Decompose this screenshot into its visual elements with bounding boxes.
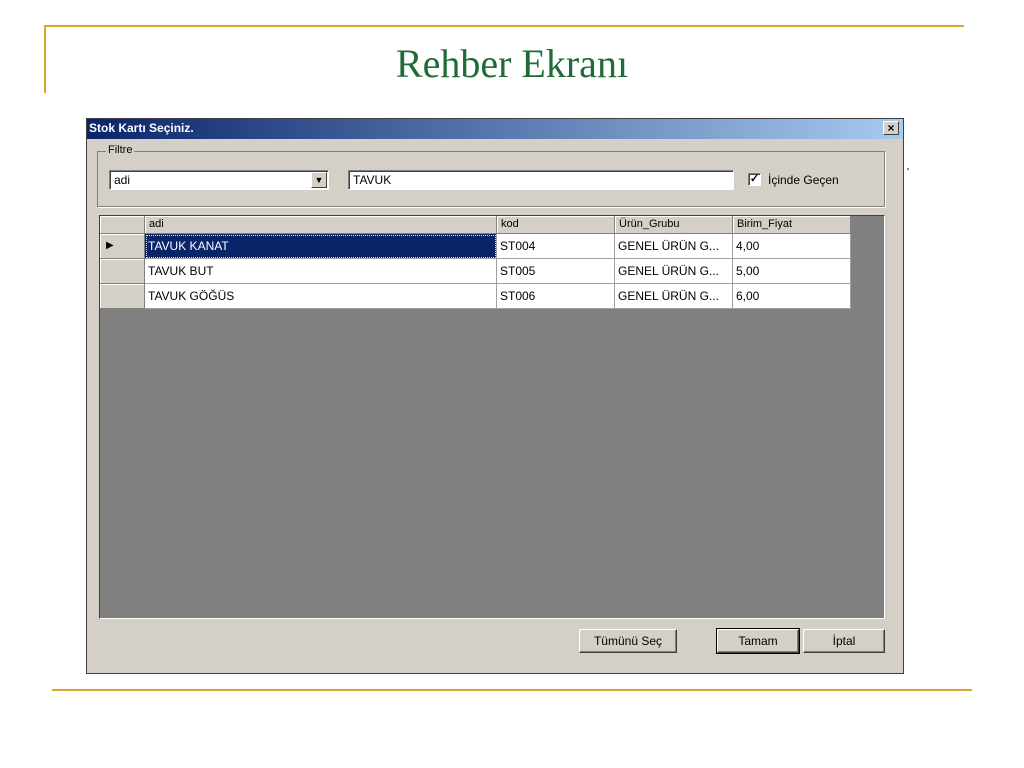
column-header-birim-fiyat[interactable]: Birim_Fiyat xyxy=(733,216,851,234)
cell-birim-fiyat[interactable]: 5,00 xyxy=(733,259,851,284)
dropdown-arrow-button[interactable]: ▼ xyxy=(311,172,327,188)
results-grid[interactable]: adi kod Ürün_Grubu Birim_Fiyat ▶ TAVUK K… xyxy=(99,215,885,619)
row-indicator[interactable]: ▶ xyxy=(100,234,145,259)
row-indicator[interactable] xyxy=(100,259,145,284)
dialog-titlebar[interactable]: Stok Kartı Seçiniz. × xyxy=(87,119,903,139)
checkmark-icon: ✓ xyxy=(749,173,760,185)
cell-kod[interactable]: ST006 xyxy=(497,284,615,309)
column-header-adi[interactable]: adi xyxy=(145,216,497,234)
contains-label[interactable]: İçinde Geçen xyxy=(768,173,839,187)
table-row[interactable]: ▶ TAVUK KANAT ST004 GENEL ÜRÜN G... 4,00 xyxy=(100,234,851,259)
column-header-kod[interactable]: kod xyxy=(497,216,615,234)
cell-urun-grubu[interactable]: GENEL ÜRÜN G... xyxy=(615,284,733,309)
row-indicator[interactable] xyxy=(100,284,145,309)
cancel-button[interactable]: İptal xyxy=(803,629,885,653)
contains-checkbox[interactable]: ✓ xyxy=(748,173,761,186)
table-row[interactable]: TAVUK BUT ST005 GENEL ÜRÜN G... 5,00 xyxy=(100,259,851,284)
cell-adi[interactable]: TAVUK GÖĞÜS xyxy=(145,284,497,309)
chevron-down-icon: ▼ xyxy=(314,175,324,185)
decorative-dot xyxy=(907,168,909,170)
slide-top-rule xyxy=(44,25,964,27)
slide-title: Rehber Ekranı xyxy=(395,41,629,86)
field-select-value: adi xyxy=(114,173,131,187)
dialog-title: Stok Kartı Seçiniz. xyxy=(89,121,194,135)
cell-birim-fiyat[interactable]: 4,00 xyxy=(733,234,851,259)
table-row[interactable]: TAVUK GÖĞÜS ST006 GENEL ÜRÜN G... 6,00 xyxy=(100,284,851,309)
search-input[interactable] xyxy=(348,170,734,190)
slide-bottom-rule xyxy=(52,689,972,691)
cell-birim-fiyat[interactable]: 6,00 xyxy=(733,284,851,309)
field-select[interactable]: adi ▼ xyxy=(109,170,329,190)
close-button[interactable]: × xyxy=(883,121,899,135)
filter-legend: Filtre xyxy=(106,144,135,156)
cell-urun-grubu[interactable]: GENEL ÜRÜN G... xyxy=(615,259,733,284)
cell-kod[interactable]: ST005 xyxy=(497,259,615,284)
stock-card-dialog: Stok Kartı Seçiniz. × Filtre adi ▼ ✓ İçi… xyxy=(86,118,904,674)
current-row-arrow-icon: ▶ xyxy=(106,240,114,251)
select-all-button[interactable]: Tümünü Seç xyxy=(579,629,677,653)
cell-urun-grubu[interactable]: GENEL ÜRÜN G... xyxy=(615,234,733,259)
ok-button[interactable]: Tamam xyxy=(716,628,800,654)
cell-kod[interactable]: ST004 xyxy=(497,234,615,259)
grid-header: adi kod Ürün_Grubu Birim_Fiyat xyxy=(100,216,851,234)
cell-adi[interactable]: TAVUK KANAT xyxy=(145,234,497,259)
column-header-urun-grubu[interactable]: Ürün_Grubu xyxy=(615,216,733,234)
cell-adi[interactable]: TAVUK BUT xyxy=(145,259,497,284)
close-icon: × xyxy=(887,121,895,135)
header-indicator xyxy=(100,216,145,234)
filter-group: Filtre adi ▼ ✓ İçinde Geçen xyxy=(97,144,885,207)
